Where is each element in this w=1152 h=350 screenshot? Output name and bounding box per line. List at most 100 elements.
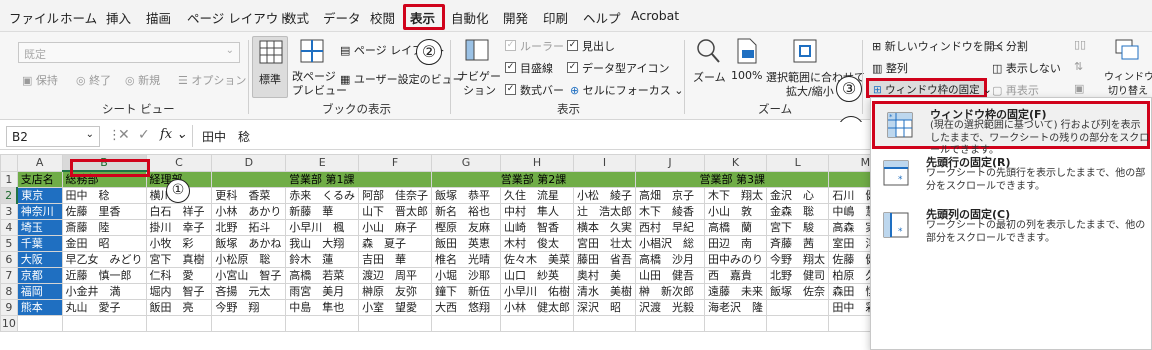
cell[interactable]: 深沢 昭 <box>573 299 637 316</box>
cell[interactable] <box>145 315 213 332</box>
cell[interactable] <box>500 315 575 332</box>
row-header[interactable]: 1 <box>0 170 18 188</box>
tab-automate[interactable]: 自動化 <box>451 8 489 27</box>
cell[interactable]: 小椙沢 総 <box>635 235 705 252</box>
cell[interactable]: 渡辺 周平 <box>358 267 433 284</box>
name-box[interactable]: B2 ⌄ <box>6 126 100 147</box>
column-header[interactable]: A <box>16 154 63 172</box>
cell[interactable] <box>16 315 63 332</box>
cell[interactable]: 清水 美樹 <box>573 283 637 300</box>
cell[interactable]: 海老沢 隆 <box>703 299 767 316</box>
cell[interactable]: 小室 望愛 <box>358 299 433 316</box>
cell[interactable]: 埼玉 <box>16 219 63 236</box>
column-header[interactable]: C <box>145 154 213 172</box>
reset-position-icon[interactable]: ▣ <box>1074 82 1084 95</box>
ruler-checkbox[interactable]: ✓ <box>505 40 516 51</box>
cell[interactable]: 森 夏子 <box>358 235 433 252</box>
cell[interactable]: 白石 祥子 <box>145 203 213 220</box>
cell[interactable]: 山田 健吾 <box>635 267 705 284</box>
cell[interactable]: 沢渡 光毅 <box>635 299 705 316</box>
cell[interactable]: 我山 大翔 <box>285 235 360 252</box>
cell[interactable]: 佐藤 里香 <box>61 203 147 220</box>
cell-focus-button[interactable]: ⊕ セルにフォーカス ⌄ <box>570 82 683 98</box>
row-header[interactable]: 9 <box>0 299 18 316</box>
zoom-100-button[interactable]: 100% <box>730 36 764 96</box>
cell[interactable]: 山口 紗英 <box>500 267 575 284</box>
cell[interactable]: 西 嘉貴 <box>703 267 767 284</box>
tab-formulas[interactable]: 数式 <box>284 8 309 27</box>
cell[interactable]: 小松 綾子 <box>573 187 637 204</box>
cell[interactable]: 近藤 慎一郎 <box>61 267 147 284</box>
cell[interactable]: 横本 久実 <box>573 219 637 236</box>
new-button[interactable]: ◎ 新規 <box>125 72 160 88</box>
cell[interactable]: 奥村 美 <box>573 267 637 284</box>
freeze-panes-item[interactable]: * ウィンドウ枠の固定(F) (現在の選択範囲に基づいて) 行および列を表示した… <box>872 101 1150 156</box>
gridlines-checkbox[interactable]: ✓ <box>505 62 516 73</box>
cell[interactable]: 金沢 心 <box>765 187 830 204</box>
exit-button[interactable]: ◎ 終了 <box>76 72 111 88</box>
cell[interactable]: 大西 悠翔 <box>431 299 502 316</box>
sheet-view-select[interactable]: 既定 ⌄ <box>18 42 240 63</box>
cell[interactable]: 木下 翔太 <box>703 187 767 204</box>
cell[interactable]: 新藤 華 <box>285 203 360 220</box>
column-header[interactable]: K <box>703 154 767 172</box>
sync-scroll-icon[interactable]: ⇅ <box>1074 60 1083 73</box>
tab-developer[interactable]: 開発 <box>503 8 528 27</box>
cell[interactable]: 赤来 くるみ <box>285 187 360 204</box>
cell[interactable]: 小早川 楓 <box>285 219 360 236</box>
cell[interactable]: 飯田 英恵 <box>431 235 502 252</box>
cell[interactable] <box>431 315 502 332</box>
tab-review[interactable]: 校閲 <box>370 8 395 27</box>
switch-windows-button[interactable]: ウィンドウの 切り替え <box>1098 36 1152 98</box>
cell[interactable]: 神奈川 <box>16 203 63 220</box>
cell[interactable]: 田辺 南 <box>703 235 767 252</box>
column-header[interactable]: L <box>765 154 830 172</box>
cell[interactable]: 飯塚 恭平 <box>431 187 502 204</box>
cell[interactable]: 中村 隼人 <box>500 203 575 220</box>
cell[interactable] <box>573 315 637 332</box>
cell[interactable] <box>211 315 287 332</box>
normal-view-button[interactable]: 標準 <box>252 36 288 98</box>
zoom-button[interactable]: ズーム <box>688 36 728 96</box>
tab-page-layout[interactable]: ページ レイアウト <box>187 8 291 27</box>
cell[interactable]: 中島 隼也 <box>285 299 360 316</box>
tab-acrobat[interactable]: Acrobat <box>631 8 679 23</box>
select-all-corner[interactable] <box>0 154 18 172</box>
cell[interactable]: 大阪 <box>16 251 63 268</box>
tab-data[interactable]: データ <box>323 8 361 27</box>
cell[interactable]: 吉田 華 <box>358 251 433 268</box>
navigation-button[interactable]: ナビゲー ション <box>457 36 501 98</box>
cell[interactable]: 宮下 駿 <box>765 219 830 236</box>
cell[interactable]: 金森 聡 <box>765 203 830 220</box>
cell[interactable]: 山崎 智香 <box>500 219 575 236</box>
cell[interactable]: 斉藤 茜 <box>765 235 830 252</box>
formula-input[interactable]: 田中 稔 <box>202 128 250 145</box>
cell[interactable]: 鐘下 新伍 <box>431 283 502 300</box>
keep-button[interactable]: ▣ 保持 <box>22 72 58 88</box>
column-header[interactable]: D <box>211 154 287 172</box>
cell[interactable]: 雨宮 美月 <box>285 283 360 300</box>
cell[interactable]: 新名 裕也 <box>431 203 502 220</box>
cell[interactable]: 田中みのり <box>703 251 767 268</box>
headings-checkbox[interactable]: ✓ <box>567 40 578 51</box>
cell[interactable]: 藤田 省吾 <box>573 251 637 268</box>
cell[interactable]: 榊 新次郎 <box>635 283 705 300</box>
enter-icon[interactable]: ✓ <box>138 127 150 143</box>
column-header[interactable]: J <box>635 154 705 172</box>
formula-bar-checkbox[interactable]: ✓ <box>505 84 516 95</box>
cell[interactable] <box>703 315 767 332</box>
cell[interactable]: 遠藤 未来 <box>703 283 767 300</box>
cell[interactable]: 木村 俊太 <box>500 235 575 252</box>
cell[interactable]: 今野 翔 <box>211 299 287 316</box>
cell[interactable]: 小山 麻子 <box>358 219 433 236</box>
cell[interactable]: 北野 拓斗 <box>211 219 287 236</box>
cell[interactable]: 熊本 <box>16 299 63 316</box>
cell[interactable]: 京都 <box>16 267 63 284</box>
options-button[interactable]: ☰ オプション <box>178 72 246 88</box>
freeze-first-column-item[interactable]: * 先頭列の固定(C) ワークシートの最初の列を表示したままで、他の部分をスクロ… <box>871 204 1151 252</box>
cell[interactable]: 高橋 沙月 <box>635 251 705 268</box>
cell[interactable]: 千葉 <box>16 235 63 252</box>
cell[interactable]: 小牧 彩 <box>145 235 213 252</box>
cell[interactable] <box>765 315 830 332</box>
tab-home[interactable]: ホーム <box>60 8 97 27</box>
